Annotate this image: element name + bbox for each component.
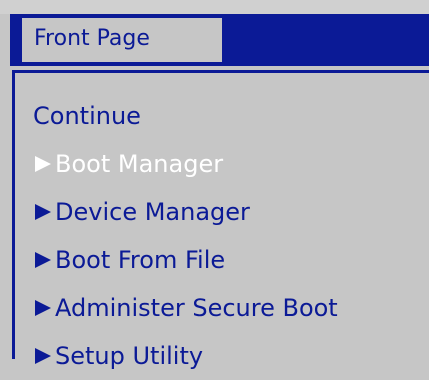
menu-item-boot-manager[interactable]: Boot Manager [33, 140, 338, 188]
top-strip [0, 0, 429, 14]
menu-item-boot-from-file[interactable]: Boot From File [33, 236, 338, 284]
arrow-right-icon [35, 348, 51, 364]
menu-item-label: Setup Utility [55, 342, 204, 370]
menu-item-label: Boot From File [55, 246, 226, 274]
menu-item-label: Continue [33, 102, 141, 130]
arrow-right-icon [35, 252, 51, 268]
menu-item-administer-secure-boot[interactable]: Administer Secure Boot [33, 284, 338, 332]
menu-item-setup-utility[interactable]: Setup Utility [33, 332, 338, 380]
tab-front-page-label: Front Page [34, 26, 150, 51]
menu-item-device-manager[interactable]: Device Manager [33, 188, 338, 236]
menu-item-label: Administer Secure Boot [55, 294, 338, 322]
menu-item-label: Boot Manager [55, 150, 224, 178]
arrow-right-icon [35, 204, 51, 220]
arrow-right-icon [35, 156, 51, 172]
arrow-right-icon [35, 300, 51, 316]
front-page-menu: Continue Boot Manager Device Manager Boo… [33, 92, 338, 380]
menu-item-continue[interactable]: Continue [33, 92, 338, 140]
menu-item-label: Device Manager [55, 198, 250, 226]
